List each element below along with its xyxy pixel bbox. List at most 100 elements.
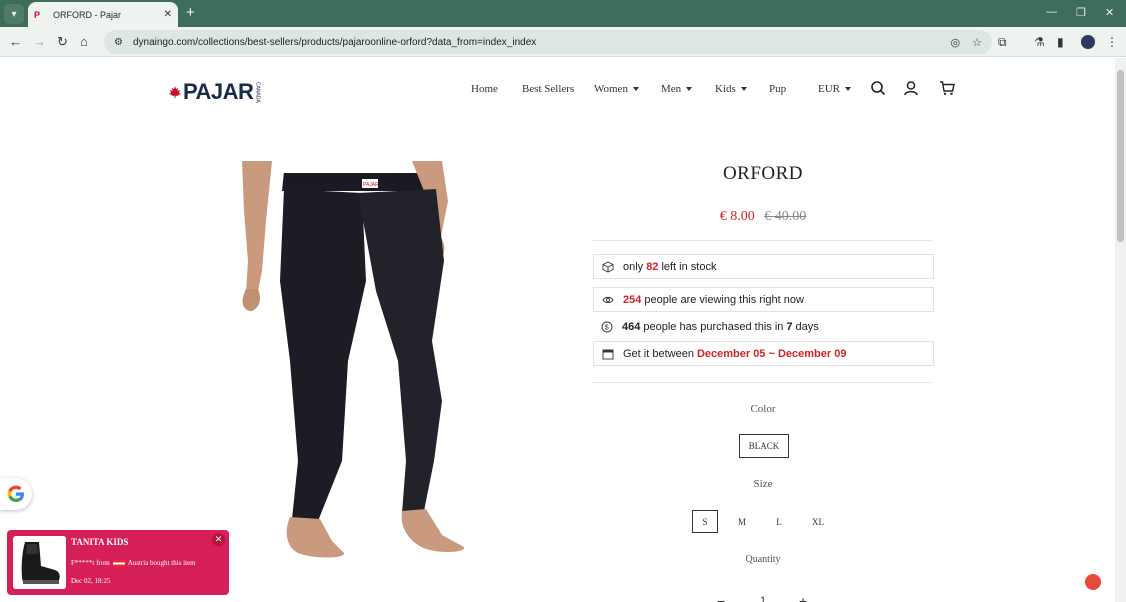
chat-widget-icon[interactable] [1085,574,1101,590]
address-bar[interactable]: ⚙ dynaingo.com/collections/best-sellers/… [104,30,992,54]
nav-home[interactable]: Home [471,83,498,95]
browser-tabbar: ▾ P ORFORD - Pajar ✕ + — ❐ ✕ [0,0,1126,27]
popup-message: F*****t from Austria bought this item [71,559,196,567]
quantity-label: Quantity [745,554,781,565]
cart-icon[interactable] [939,80,955,96]
new-tab-icon[interactable]: + [186,5,195,21]
bookmark-star-icon[interactable]: ☆ [972,36,982,49]
compare-price: € 40.00 [764,209,807,224]
google-reviews-badge[interactable] [0,478,32,510]
nav-men-label: Men [661,83,682,95]
page-viewport: PAJAR CANADA Home Best Sellers Women Men… [0,58,1115,602]
minimize-icon[interactable]: — [1046,6,1057,18]
window-close-icon[interactable]: ✕ [1105,6,1114,19]
tab-close-icon[interactable]: ✕ [164,9,172,20]
size-label: Size [753,478,773,490]
purchased-count: 464 [622,320,641,333]
quantity-input[interactable]: 1 [760,595,766,602]
maple-leaf-icon [168,85,182,99]
viewing-count: 254 [623,293,642,306]
eye-icon [602,296,614,303]
reload-icon[interactable]: ↻ [57,34,68,50]
svg-text:$: $ [605,324,609,331]
divider [593,240,933,241]
box-icon [602,260,614,273]
caret-down-icon [740,87,747,92]
color-label: Color [750,403,776,415]
stock-info: only 82 left in stock [593,254,934,279]
calendar-icon [602,349,614,359]
sidepanel-icon[interactable]: ▮ [1057,35,1064,49]
currency-label: EUR [818,83,840,95]
purchased-days: 7 [786,320,793,333]
size-option-m[interactable]: M [729,510,755,533]
quantity-decrease-button[interactable]: − [717,593,725,602]
popup-time: Dec 02, 18:25 [71,577,111,585]
nav-kids-label: Kids [715,83,736,95]
account-icon[interactable] [903,80,919,96]
coin-icon: $ [601,321,613,332]
sale-price: € 8.00 [719,209,755,224]
search-icon[interactable] [870,80,886,96]
divider [593,382,933,383]
popup-buyer: F*****t from [71,559,110,567]
browser-tab[interactable]: P ORFORD - Pajar ✕ [28,2,178,27]
product-image[interactable]: PAJAR [162,161,572,581]
viewing-text: people are viewing this right now [644,293,804,306]
caret-down-icon [686,87,693,92]
delivery-pre: Get it between [623,347,694,360]
nav-pup[interactable]: Pup [769,83,786,95]
size-option-s[interactable]: S [692,510,718,533]
price-row: € 8.00 € 40.00 [593,209,933,225]
product-title: ORFORD [722,163,804,184]
logo-text: PAJAR [183,79,254,104]
logo-subtext: CANADA [254,81,261,103]
delivery-info: Get it between December 05 ~ December 09 [593,341,934,366]
url-text[interactable]: dynaingo.com/collections/best-sellers/pr… [133,37,939,48]
home-icon[interactable]: ⌂ [80,34,88,50]
stock-post: left in stock [661,260,717,273]
back-icon[interactable]: ← [9,34,22,50]
color-option-black[interactable]: BLACK [739,434,789,458]
site-logo[interactable]: PAJAR CANADA [168,79,260,105]
nav-women-label: Women [594,83,628,95]
profile-avatar[interactable] [1081,35,1095,49]
purchased-info: $ 464 people has purchased this in 7 day… [593,314,934,339]
popup-close-icon[interactable]: ✕ [212,533,225,546]
google-icon [7,485,24,502]
forward-icon[interactable]: → [33,34,46,50]
caret-down-icon [845,87,851,92]
caret-down-icon [632,87,639,92]
purchased-post: days [795,320,819,333]
nav-best-sellers[interactable]: Best Sellers [522,83,574,95]
quantity-increase-button[interactable]: + [799,593,807,602]
eye-off-icon[interactable]: ◎ [951,36,961,49]
size-option-l[interactable]: L [766,510,792,533]
recent-sale-popup[interactable]: TANITA KIDS F*****t from Austria bought … [7,530,229,595]
scrollbar-thumb[interactable] [1117,70,1124,242]
austria-flag-icon [112,559,125,567]
pajar-favicon-icon: P [34,9,41,20]
restore-icon[interactable]: ❐ [1076,6,1086,19]
tab-search-icon[interactable]: ▾ [4,4,24,24]
extensions-icon[interactable]: ⧉ [998,35,1007,50]
popup-product-title: TANITA KIDS [71,537,129,547]
purchased-text: people has purchased this in [643,320,784,333]
site-info-icon[interactable]: ⚙ [114,37,123,48]
viewing-info: 254 people are viewing this right now [593,287,934,312]
popup-product-image[interactable] [13,536,66,589]
size-option-xl[interactable]: XL [805,510,831,533]
nav-women[interactable]: Women [594,83,639,95]
delivery-range: December 05 ~ December 09 [696,347,847,360]
tab-title: ORFORD - Pajar [53,9,122,20]
menu-icon[interactable]: ⋮ [1106,35,1118,49]
stock-pre: only [623,260,644,273]
stock-count: 82 [646,260,659,273]
nav-kids[interactable]: Kids [715,83,747,95]
currency-selector[interactable]: EUR [818,83,851,95]
labs-icon[interactable]: ⚗ [1034,35,1045,49]
nav-men[interactable]: Men [661,83,693,95]
waistband-logo: PAJAR [363,182,379,188]
popup-country-text: Austria bought this item [127,559,196,567]
browser-toolbar: ← → ↻ ⌂ ⚙ dynaingo.com/collections/best-… [0,27,1126,57]
